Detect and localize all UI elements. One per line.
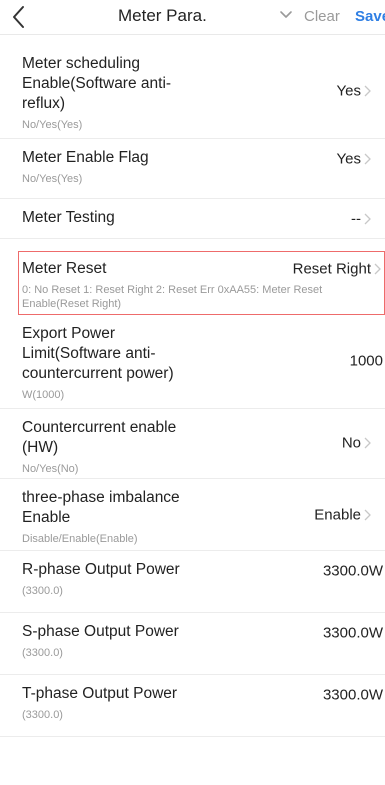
chevron-right-icon (364, 213, 371, 225)
parameter-row[interactable]: R-phase Output Power (3300.0) 3300.0W (0, 551, 385, 613)
parameter-row[interactable]: Meter Testing -- (0, 199, 385, 239)
parameter-label: three-phase imbalance Enable (22, 489, 180, 526)
parameter-value-text: 3300.0W (322, 562, 383, 580)
parameter-value-text: -- (351, 210, 361, 228)
parameter-value[interactable]: -- (351, 210, 371, 228)
parameter-row[interactable]: Countercurrent enable (HW) No/Yes(No) No (0, 409, 385, 479)
parameter-value[interactable]: 3300.0W (323, 686, 383, 704)
parameter-row-content: Meter scheduling Enable(Software anti-re… (0, 45, 385, 142)
parameter-hint: (3300.0) (22, 709, 63, 721)
parameter-value[interactable]: No (342, 434, 371, 452)
parameter-value-text: No (341, 434, 361, 452)
chevron-right-icon (364, 437, 371, 449)
parameter-row-content: Meter Testing (0, 199, 385, 228)
chevron-right-icon (374, 263, 381, 275)
parameter-label: Meter scheduling Enable(Software anti-re… (22, 55, 172, 112)
chevron-right-icon (364, 509, 371, 521)
parameter-hint: (3300.0) (22, 647, 63, 659)
parameter-hint: (3300.0) (22, 585, 63, 597)
parameter-label: Meter Testing (22, 209, 115, 226)
parameter-value-text: 1000 (349, 352, 383, 370)
parameter-row[interactable]: Meter Enable Flag No/Yes(Yes) Yes (0, 139, 385, 199)
parameter-value-text: Yes (336, 150, 361, 168)
chevron-down-icon[interactable] (279, 8, 293, 22)
parameter-value-text: Yes (336, 82, 361, 100)
page-title: Meter Para. (118, 6, 207, 25)
parameter-row[interactable]: Meter scheduling Enable(Software anti-re… (0, 45, 385, 139)
parameter-value[interactable]: 3300.0W (323, 562, 383, 580)
parameter-row[interactable]: Meter Reset 0: No Reset 1: Reset Right 2:… (18, 251, 385, 315)
parameter-hint: No/Yes(Yes) (22, 119, 83, 131)
parameter-value-text: 3300.0W (322, 686, 383, 704)
parameter-value[interactable]: Reset Right (293, 260, 381, 278)
parameter-label: S-phase Output Power (22, 623, 179, 640)
parameter-value-text: Enable (314, 506, 361, 524)
parameter-row[interactable]: T-phase Output Power (3300.0) 3300.0W (0, 675, 385, 737)
parameter-value-text: 3300.0W (322, 624, 383, 642)
top-bar: Meter Para. Clear Save (0, 0, 385, 35)
parameter-value[interactable]: Enable (314, 506, 371, 524)
parameter-row[interactable]: Export Power Limit(Software anti-counter… (0, 315, 385, 409)
parameter-hint: No/Yes(Yes) (22, 173, 83, 185)
parameter-row-content: Countercurrent enable (HW) No/Yes(No) (0, 409, 385, 486)
parameter-value-text: Reset Right (292, 260, 371, 278)
parameter-row-content: Meter Enable Flag No/Yes(Yes) (0, 139, 385, 196)
save-button[interactable]: Save (355, 8, 385, 25)
parameter-hint: W(1000) (22, 389, 65, 401)
parameter-label: T-phase Output Power (22, 685, 178, 702)
parameter-label: Countercurrent enable (HW) (22, 419, 177, 456)
chevron-right-icon (364, 153, 371, 165)
parameter-value[interactable]: Yes (337, 82, 371, 100)
parameter-label: R-phase Output Power (22, 561, 180, 578)
back-arrow-icon[interactable] (8, 2, 30, 32)
parameter-value[interactable]: 1000 (350, 352, 383, 370)
parameter-list: Meter scheduling Enable(Software anti-re… (0, 45, 385, 737)
chevron-right-icon (364, 85, 371, 97)
parameter-row[interactable]: S-phase Output Power (3300.0) 3300.0W (0, 613, 385, 675)
parameter-label: Meter Enable Flag (22, 149, 149, 166)
parameter-row[interactable]: three-phase imbalance Enable Disable/Enab… (0, 479, 385, 551)
clear-button[interactable]: Clear (304, 8, 340, 25)
parameter-value[interactable]: 3300.0W (323, 624, 383, 642)
parameter-value[interactable]: Yes (337, 150, 371, 168)
parameter-row-content: Export Power Limit(Software anti-counter… (0, 315, 385, 412)
parameter-label: Meter Reset (22, 260, 107, 277)
parameter-label: Export Power Limit(Software anti-counter… (22, 325, 174, 382)
